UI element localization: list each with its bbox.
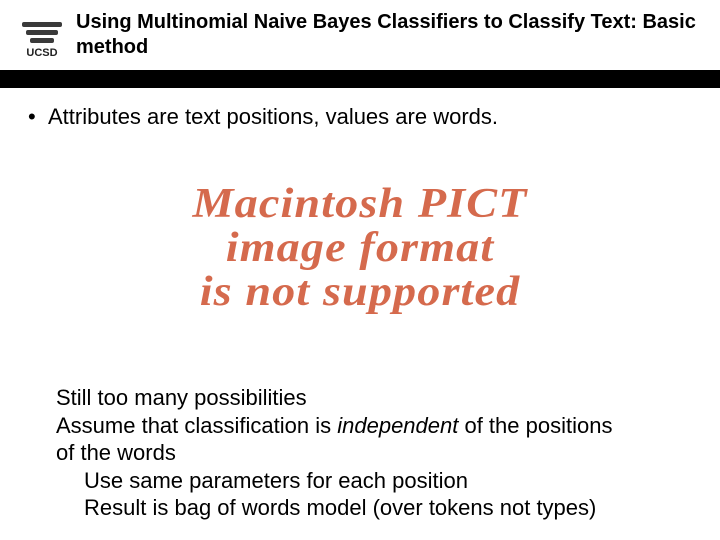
svg-text:UCSD: UCSD	[26, 47, 57, 59]
title-line-1: Using Multinomial Naive Bayes Classifier…	[76, 11, 696, 33]
pict-line-2: image format	[74, 226, 646, 270]
body-line-2a: Assume that classification is	[56, 413, 337, 438]
bullet-item: • Attributes are text positions, values …	[28, 104, 692, 130]
body-text: Still too many possibilities Assume that…	[56, 384, 680, 522]
title-line-2: method	[76, 36, 148, 58]
body-line-2b-italic: independent	[337, 413, 458, 438]
bullet-text: Attributes are text positions, values ar…	[48, 104, 498, 130]
body-line-4: Use same parameters for each position	[56, 467, 680, 495]
slide-title: Using Multinomial Naive Bayes Classifier…	[66, 10, 716, 60]
body-line-2: Assume that classification is independen…	[56, 412, 680, 440]
bullet-dot-icon: •	[28, 106, 48, 128]
pict-unsupported-placeholder: Macintosh PICT image format is not suppo…	[100, 182, 620, 314]
header: UCSD Using Multinomial Naive Bayes Class…	[0, 0, 720, 65]
body-line-1: Still too many possibilities	[56, 384, 680, 412]
title-underline-bar	[0, 70, 720, 88]
pict-line-1: Macintosh PICT	[74, 182, 646, 226]
pict-line-3: is not supported	[74, 270, 646, 314]
body-line-5: Result is bag of words model (over token…	[56, 494, 680, 522]
ucsd-logo: UCSD	[18, 12, 66, 65]
content-area: • Attributes are text positions, values …	[28, 104, 692, 130]
body-line-3: of the words	[56, 439, 680, 467]
body-line-2c: of the positions	[458, 413, 612, 438]
slide: UCSD Using Multinomial Naive Bayes Class…	[0, 0, 720, 540]
